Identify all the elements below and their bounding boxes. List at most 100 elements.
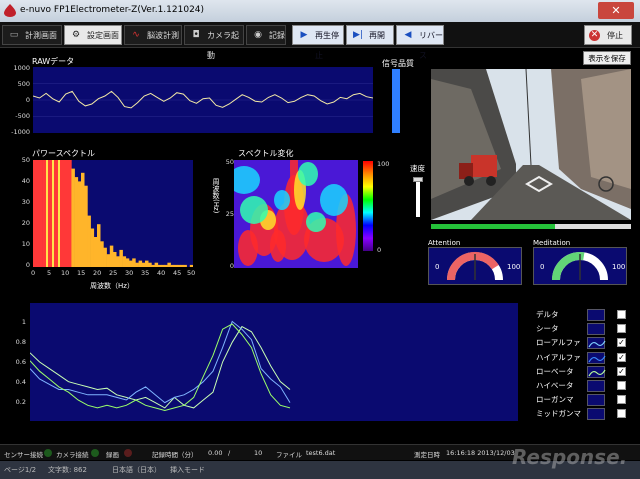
recording-status-label: 録画: [106, 451, 119, 459]
raw-ytick: -1000: [11, 128, 30, 136]
file-name: test6.dat: [306, 449, 336, 457]
power-spectrum-bar: [36, 160, 40, 267]
save-display-button[interactable]: 表示を保存: [583, 51, 631, 65]
spectrogram-cell: [270, 230, 286, 262]
eeg-measure-button[interactable]: ∿ 脳波計測: [124, 25, 182, 45]
tab-measure-screen-label: 計測画面: [25, 31, 57, 40]
meditation-gauge: 0 100: [533, 247, 627, 285]
legend-checkbox[interactable]: ✓: [617, 352, 626, 362]
raw-data-plot: [32, 67, 374, 133]
power-spectrum-bar: [132, 258, 136, 267]
raw-series-line: [32, 90, 374, 109]
raw-ytick: 0: [25, 96, 30, 104]
power-spectrum-bar: [68, 160, 72, 267]
stop-button[interactable]: ✕ 停止: [584, 25, 632, 45]
camera-start-button[interactable]: ◘ カメラ起動: [184, 25, 244, 60]
colorbar-min: 0: [377, 246, 382, 254]
raw-data-chart: [32, 83, 374, 117]
resume-label: 再開: [369, 31, 385, 40]
legend-checkbox[interactable]: [617, 409, 626, 419]
power-spectrum-bar: [148, 262, 152, 267]
tab-settings-screen[interactable]: ⚙ 設定画面: [64, 25, 122, 45]
sensor-status-indicator: [44, 449, 52, 457]
power-spectrum-chart: [33, 160, 194, 267]
legend-swatch: [587, 323, 605, 336]
legend-label: ハイベータ: [536, 381, 574, 390]
legend-checkbox[interactable]: [617, 310, 626, 319]
camera-progress-bar: [431, 224, 631, 229]
speed-slider[interactable]: [413, 177, 423, 217]
trend-ytick: 1: [21, 318, 26, 326]
legend-label: シータ: [536, 324, 559, 334]
camera-view: [431, 69, 631, 220]
power-spectrum-bar: [84, 185, 88, 267]
attention-max: 100: [507, 263, 521, 271]
reverse-button[interactable]: ◀ リバース: [396, 25, 444, 60]
meditation-min: 0: [540, 263, 545, 271]
power-spectrum-bar: [39, 160, 43, 267]
toolbar: ▭ 計測画面 ⚙ 設定画面 ∿ 脳波計測 ◘ カメラ起動 ◉ 記録 ▶ 再生停止 ▶| 再開 …: [0, 22, 640, 60]
legend-swatch: [587, 337, 606, 350]
legend-checkbox[interactable]: [617, 381, 626, 390]
camera-start-label: カメラ起動: [207, 31, 239, 60]
legend-label: デルタ: [536, 310, 559, 319]
ps-xtick: 5: [47, 269, 52, 277]
power-spectrum-bar: [180, 264, 184, 267]
attention-min: 0: [435, 263, 440, 271]
ps-xtick: 50: [187, 269, 196, 277]
ps-xtick: 45: [173, 269, 182, 277]
stop-icon: ✕: [589, 30, 600, 41]
gauge-fill: [446, 251, 499, 281]
legend-swatch-line: [588, 369, 606, 377]
legend-label: ローガンマ: [536, 395, 574, 405]
power-spectrum-bar: [119, 249, 123, 267]
legend-label: ミッドガンマ: [536, 409, 581, 419]
power-spectrum-bar: [42, 160, 47, 267]
ps-xtick: 20: [93, 269, 102, 277]
resume-button[interactable]: ▶| 再開: [346, 25, 394, 45]
legend-checkbox[interactable]: [617, 324, 626, 334]
speed-slider-handle[interactable]: [413, 177, 423, 182]
power-spectrum-bar: [161, 264, 165, 267]
power-spectrum-bar: [151, 264, 155, 267]
power-spectrum-bar: [167, 262, 171, 267]
tab-measure-screen[interactable]: ▭ 計測画面: [2, 25, 62, 45]
spectrogram-plot: [228, 128, 358, 268]
spectrogram-colorbar: [363, 161, 373, 251]
settings-screen-icon: ⚙: [71, 30, 81, 40]
recording-status-indicator: [124, 449, 132, 457]
window-close-button[interactable]: ✕: [598, 2, 634, 19]
power-spectrum-bar: [122, 256, 127, 267]
legend-checkbox[interactable]: ✓: [617, 338, 626, 348]
trend-plot: [29, 303, 518, 421]
camera-status-label: カメラ接続: [56, 451, 89, 459]
legend-checkbox[interactable]: ✓: [617, 366, 626, 376]
legend-checkbox[interactable]: [617, 395, 626, 405]
datetime-label: 測定日時: [414, 451, 440, 459]
sg-ytick: 50: [225, 158, 234, 166]
ps-ytick: 20: [21, 219, 30, 227]
trend-ytick: 0.6: [15, 358, 26, 366]
record-button[interactable]: ◉ 記録: [246, 25, 286, 45]
signal-quality-label: 信号品質: [382, 59, 414, 68]
power-spectrum-bar: [77, 181, 82, 267]
ps-xtick: 10: [61, 269, 70, 277]
rec-time-value: 0.00: [208, 449, 223, 457]
wave-icon: ∿: [132, 30, 140, 40]
spectrogram-title: スペクトル変化: [238, 149, 294, 158]
playback-stop-label: 再生停止: [315, 31, 339, 60]
rec-time-total: 10: [254, 449, 263, 457]
power-spectrum-bar: [33, 160, 37, 267]
power-spectrum-bar: [93, 237, 98, 267]
legend-swatch: [587, 365, 606, 378]
playback-stop-button[interactable]: ▶ 再生停止: [292, 25, 344, 60]
legend-swatch: [587, 309, 605, 321]
ps-ytick: 10: [21, 240, 30, 248]
legend-swatch: [587, 380, 605, 392]
attention-gauge: 0 100: [428, 247, 522, 285]
datetime-value: 16:16:18 2013/12/03: [446, 449, 515, 457]
word-count: 文字数: 862: [48, 466, 87, 474]
power-spectrum-bar: [74, 177, 79, 267]
power-spectrum-bar: [157, 264, 162, 267]
power-spectrum-bar: [177, 264, 181, 267]
